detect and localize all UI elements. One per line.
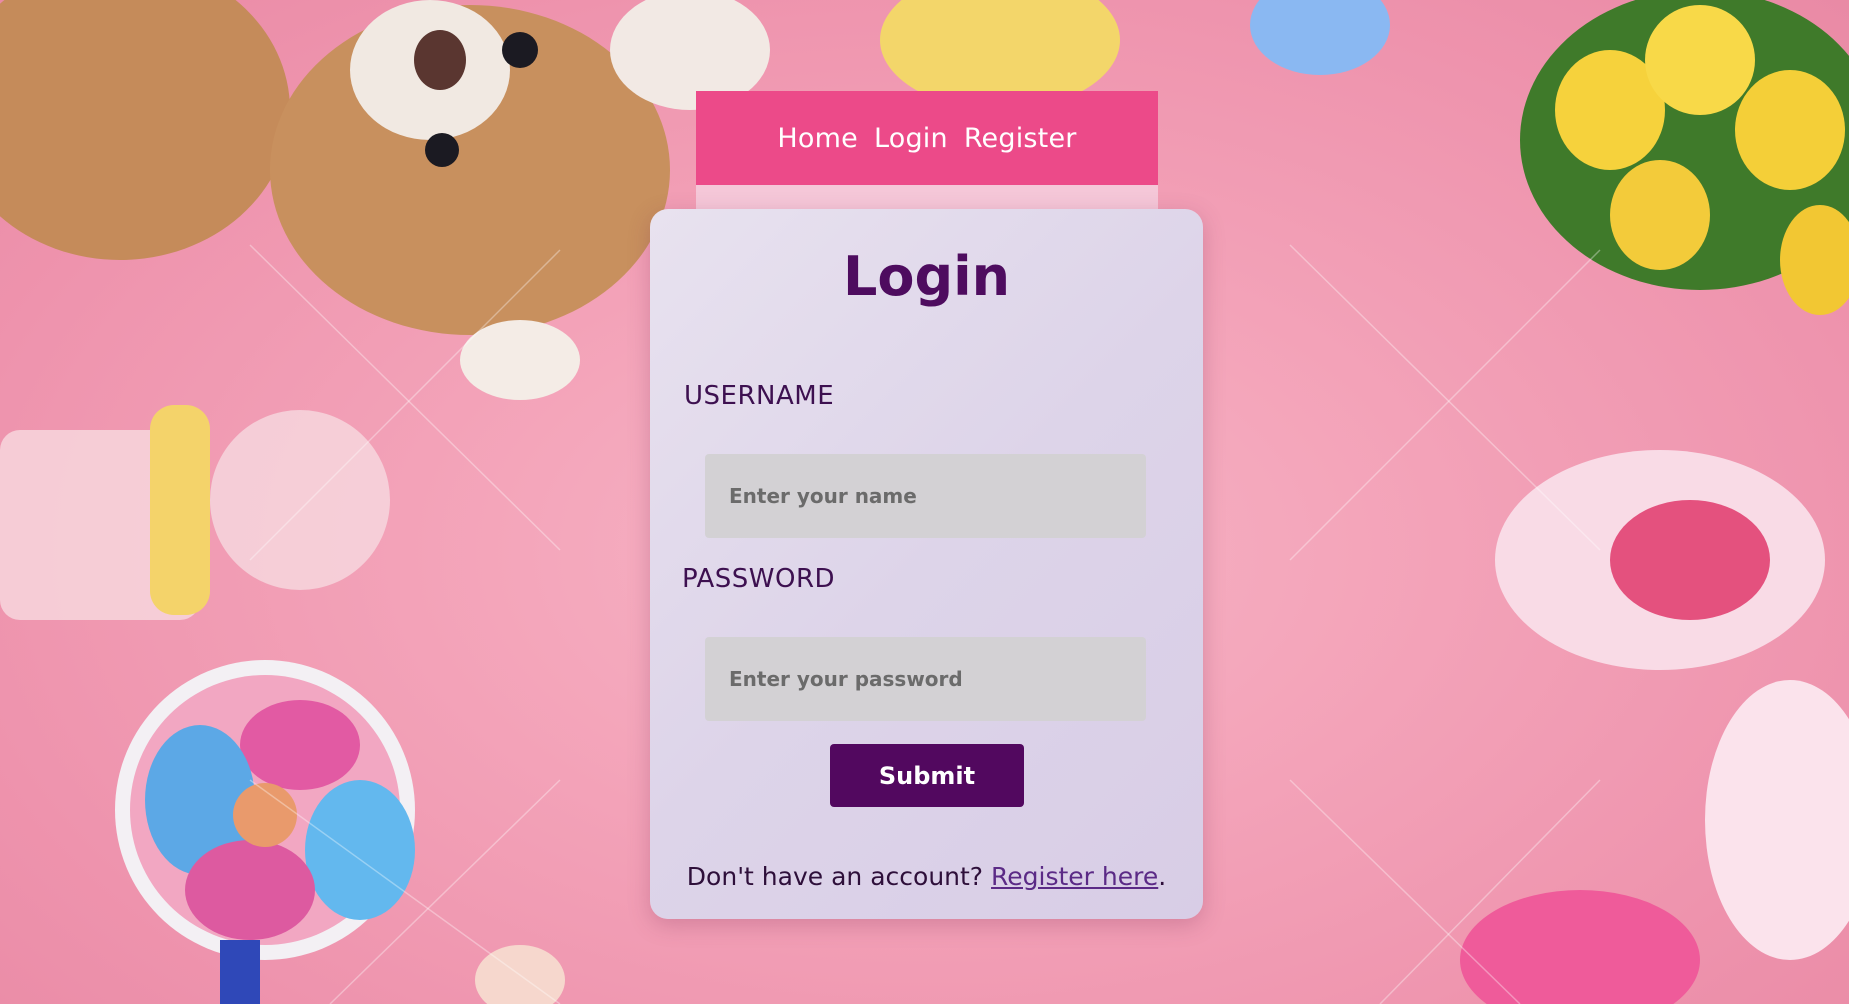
nav-register-link[interactable]: Register (964, 123, 1077, 154)
register-prompt: Don't have an account? Register here. (650, 862, 1203, 891)
nav-login-link[interactable]: Login (874, 123, 948, 154)
booties-image (1460, 450, 1849, 1004)
login-card: Login USERNAME PASSWORD Submit Don't hav… (650, 209, 1203, 919)
register-suffix: . (1158, 862, 1167, 891)
username-label: USERNAME (684, 381, 835, 411)
rattle-toy-image (115, 660, 415, 1004)
nav-strip (696, 185, 1158, 209)
submit-button[interactable]: Submit (830, 744, 1024, 807)
login-title: Login (842, 245, 1011, 308)
register-prompt-text: Don't have an account? (686, 862, 992, 891)
username-input[interactable] (705, 454, 1146, 538)
password-input[interactable] (705, 637, 1146, 721)
password-label: PASSWORD (682, 564, 836, 594)
top-nav: Home Login Register (696, 91, 1158, 185)
baby-bottle-image (0, 405, 390, 620)
tulips-image (1520, 0, 1849, 315)
nav-home-link[interactable]: Home (777, 123, 858, 154)
register-here-link[interactable]: Register here (991, 862, 1158, 891)
